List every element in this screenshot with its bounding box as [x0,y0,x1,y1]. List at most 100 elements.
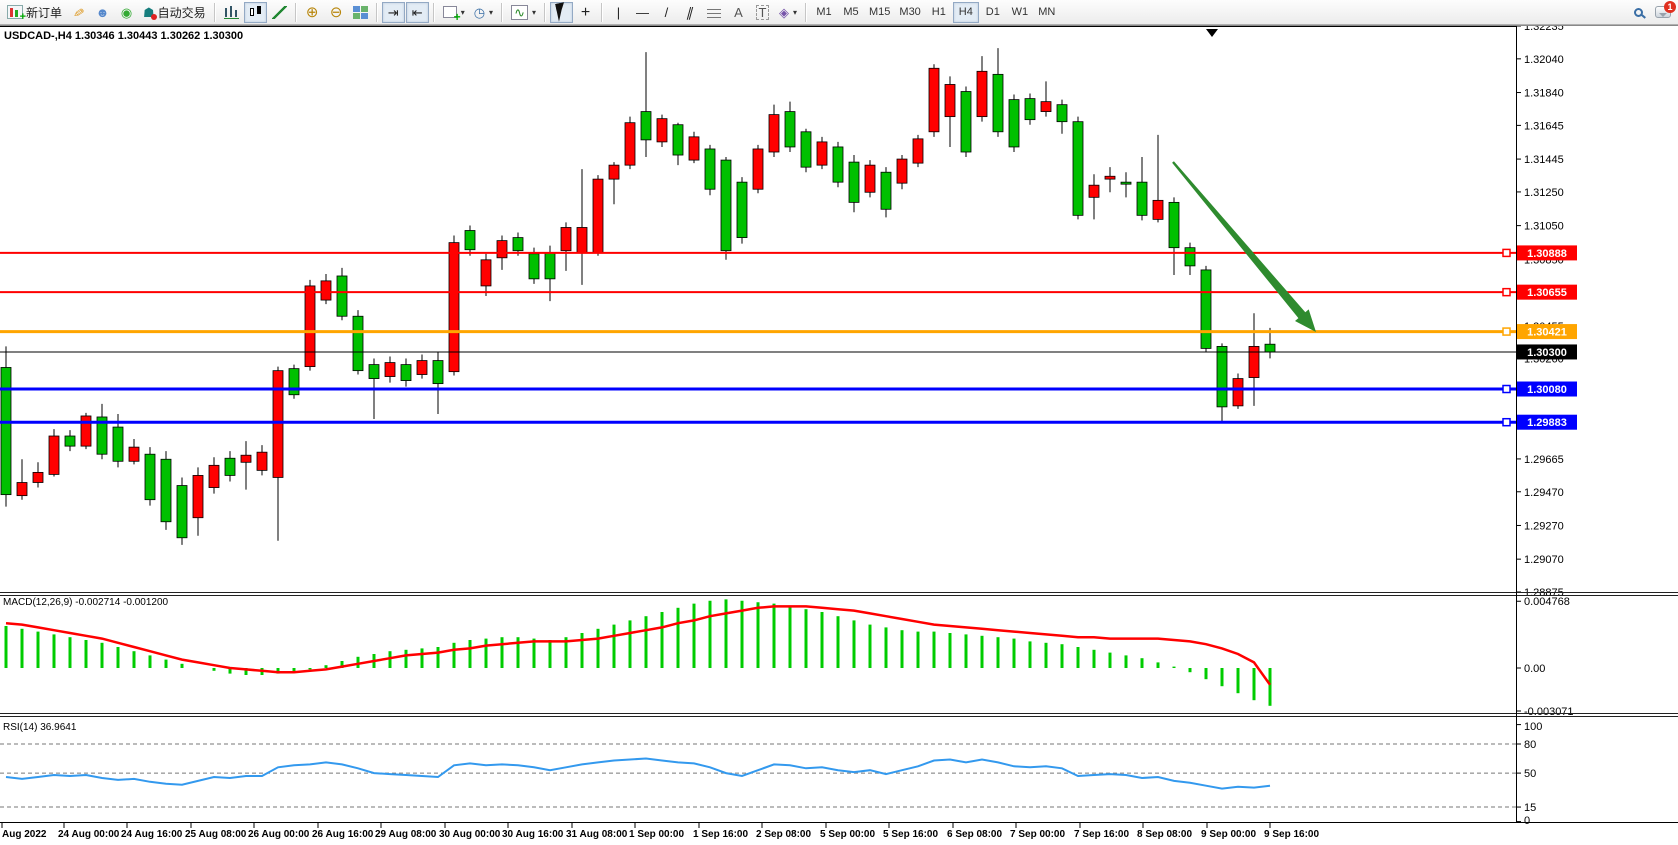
styler-icon: ✎ [71,6,86,19]
text-label-button[interactable]: T [751,2,774,23]
svg-text:30 Aug 16:00: 30 Aug 16:00 [502,829,564,840]
timeframe-h1-button[interactable]: H1 [926,2,952,23]
macd-indicator-label: MACD(12,26,9) -0.002714 -0.001200 [3,597,168,608]
svg-text:2 Sep 08:00: 2 Sep 08:00 [756,829,811,840]
timeframe-m30-button[interactable]: M30 [895,2,924,23]
profile-button[interactable]: ☻ [91,2,114,23]
toolbar-separator [376,3,378,22]
auto-scroll-button[interactable]: ⇥ [382,2,405,23]
svg-text:7 Sep 16:00: 7 Sep 16:00 [1074,829,1129,840]
svg-text:1.29470: 1.29470 [1524,487,1564,499]
price-chart-svg[interactable]: 1.322351.320401.318401.316451.314451.312… [0,0,1678,840]
bar-chart-button[interactable] [220,2,243,23]
svg-text:1.30655: 1.30655 [1527,287,1567,299]
profile-icon: ☻ [96,6,110,19]
periods-button[interactable]: ◷▾ [470,2,497,23]
clock-icon: ◷ [474,6,485,19]
tile-windows-icon [353,6,368,19]
svg-text:1.31840: 1.31840 [1524,88,1564,100]
shapes-icon: ◈ [779,6,789,19]
rsi-indicator-label: RSI(14) 36.9641 [3,722,76,733]
svg-text:1.31645: 1.31645 [1524,120,1564,132]
timeframe-mn-button[interactable]: MN [1034,2,1060,23]
text-button[interactable]: A [727,2,750,23]
fibonacci-icon [707,6,721,18]
svg-text:29 Aug 08:00: 29 Aug 08:00 [375,829,437,840]
tile-windows-button[interactable] [349,2,372,23]
cursor-button[interactable] [550,2,573,23]
timeframe-d1-button[interactable]: D1 [980,2,1006,23]
auto-scroll-icon: ⇥ [388,6,399,19]
zoom-in-button[interactable]: ⊕ [301,2,324,23]
text-label-icon: T [756,5,770,20]
channel-button[interactable]: ∥ [679,2,702,23]
zoom-out-button[interactable]: ⊖ [325,2,348,23]
new-chart-button[interactable]: +▾ [439,2,469,23]
svg-text:1 Sep 00:00: 1 Sep 00:00 [629,829,684,840]
svg-text:5 Sep 16:00: 5 Sep 16:00 [883,829,938,840]
horizontal-line-button[interactable]: — [631,2,654,23]
cursor-icon [555,2,568,21]
svg-text:30 Aug 00:00: 30 Aug 00:00 [439,829,501,840]
notification-badge: 1 [1664,1,1676,13]
notifications-button[interactable]: 1 [1651,2,1675,23]
chat-icon: 1 [1655,6,1671,18]
svg-text:1.29070: 1.29070 [1524,554,1564,566]
shapes-button[interactable]: ◈▾ [775,2,801,23]
new-chart-icon: + [443,6,457,18]
svg-text:1.31445: 1.31445 [1524,154,1564,166]
timeframe-m5-button[interactable]: M5 [838,2,864,23]
svg-text:1.29270: 1.29270 [1524,520,1564,532]
bar-chart-icon [224,6,239,19]
chart-shift-icon: ⇤ [412,6,423,19]
svg-text:1.30888: 1.30888 [1527,248,1567,260]
svg-text:100: 100 [1524,721,1542,733]
chart-window[interactable]: 1.322351.320401.318401.316451.314451.312… [0,0,1678,840]
horizontal-line-icon: — [636,6,649,19]
toolbar-separator [295,3,297,22]
autotrade-button[interactable]: ☗ 自动交易 [139,2,210,23]
new-order-label: 新订单 [26,4,62,21]
line-chart-button[interactable] [268,2,291,23]
svg-text:1.32040: 1.32040 [1524,54,1564,66]
text-icon: A [734,6,743,19]
vertical-line-icon: | [617,6,620,19]
svg-text:24 Aug 16:00: 24 Aug 16:00 [121,829,183,840]
svg-text:Aug 2022: Aug 2022 [2,829,47,840]
svg-text:0.004768: 0.004768 [1524,596,1570,608]
svg-text:26 Aug 16:00: 26 Aug 16:00 [312,829,374,840]
chart-title: USDCAD-,H4 1.30346 1.30443 1.30262 1.303… [4,30,243,42]
line-chart-icon [272,6,287,19]
new-order-button[interactable]: + 新订单 [3,2,66,23]
autotrade-icon: ☗ [143,6,155,19]
svg-text:24 Aug 00:00: 24 Aug 00:00 [58,829,120,840]
svg-text:15: 15 [1524,802,1536,814]
trendline-button[interactable]: / [655,2,678,23]
timeframe-m15-button[interactable]: M15 [865,2,894,23]
candlestick-icon [248,6,263,19]
signals-button[interactable]: ◉ [115,2,138,23]
indicators-button[interactable]: ∿▾ [507,2,540,23]
autotrade-label: 自动交易 [158,4,206,21]
chart-shift-button[interactable]: ⇤ [406,2,429,23]
signals-icon: ◉ [121,6,132,19]
svg-text:1.31050: 1.31050 [1524,221,1564,233]
timeframe-m1-button[interactable]: M1 [811,2,837,23]
svg-text:31 Aug 08:00: 31 Aug 08:00 [566,829,628,840]
toolbar-separator [433,3,435,22]
search-button[interactable] [1627,2,1650,23]
timeframe-h4-button[interactable]: H4 [953,2,979,23]
svg-text:6 Sep 08:00: 6 Sep 08:00 [947,829,1002,840]
new-order-icon: + [7,5,23,19]
vertical-line-button[interactable]: | [607,2,630,23]
fibonacci-button[interactable] [703,2,726,23]
search-icon [1634,8,1643,17]
styler-button[interactable]: ✎ [67,2,90,23]
svg-text:1 Sep 16:00: 1 Sep 16:00 [693,829,748,840]
channel-icon: ∥ [685,6,695,19]
candlestick-chart-button[interactable] [244,2,267,23]
timeframe-w1-button[interactable]: W1 [1007,2,1033,23]
svg-text:50: 50 [1524,768,1536,780]
trendline-icon: / [665,6,669,19]
crosshair-button[interactable]: + [574,2,597,23]
